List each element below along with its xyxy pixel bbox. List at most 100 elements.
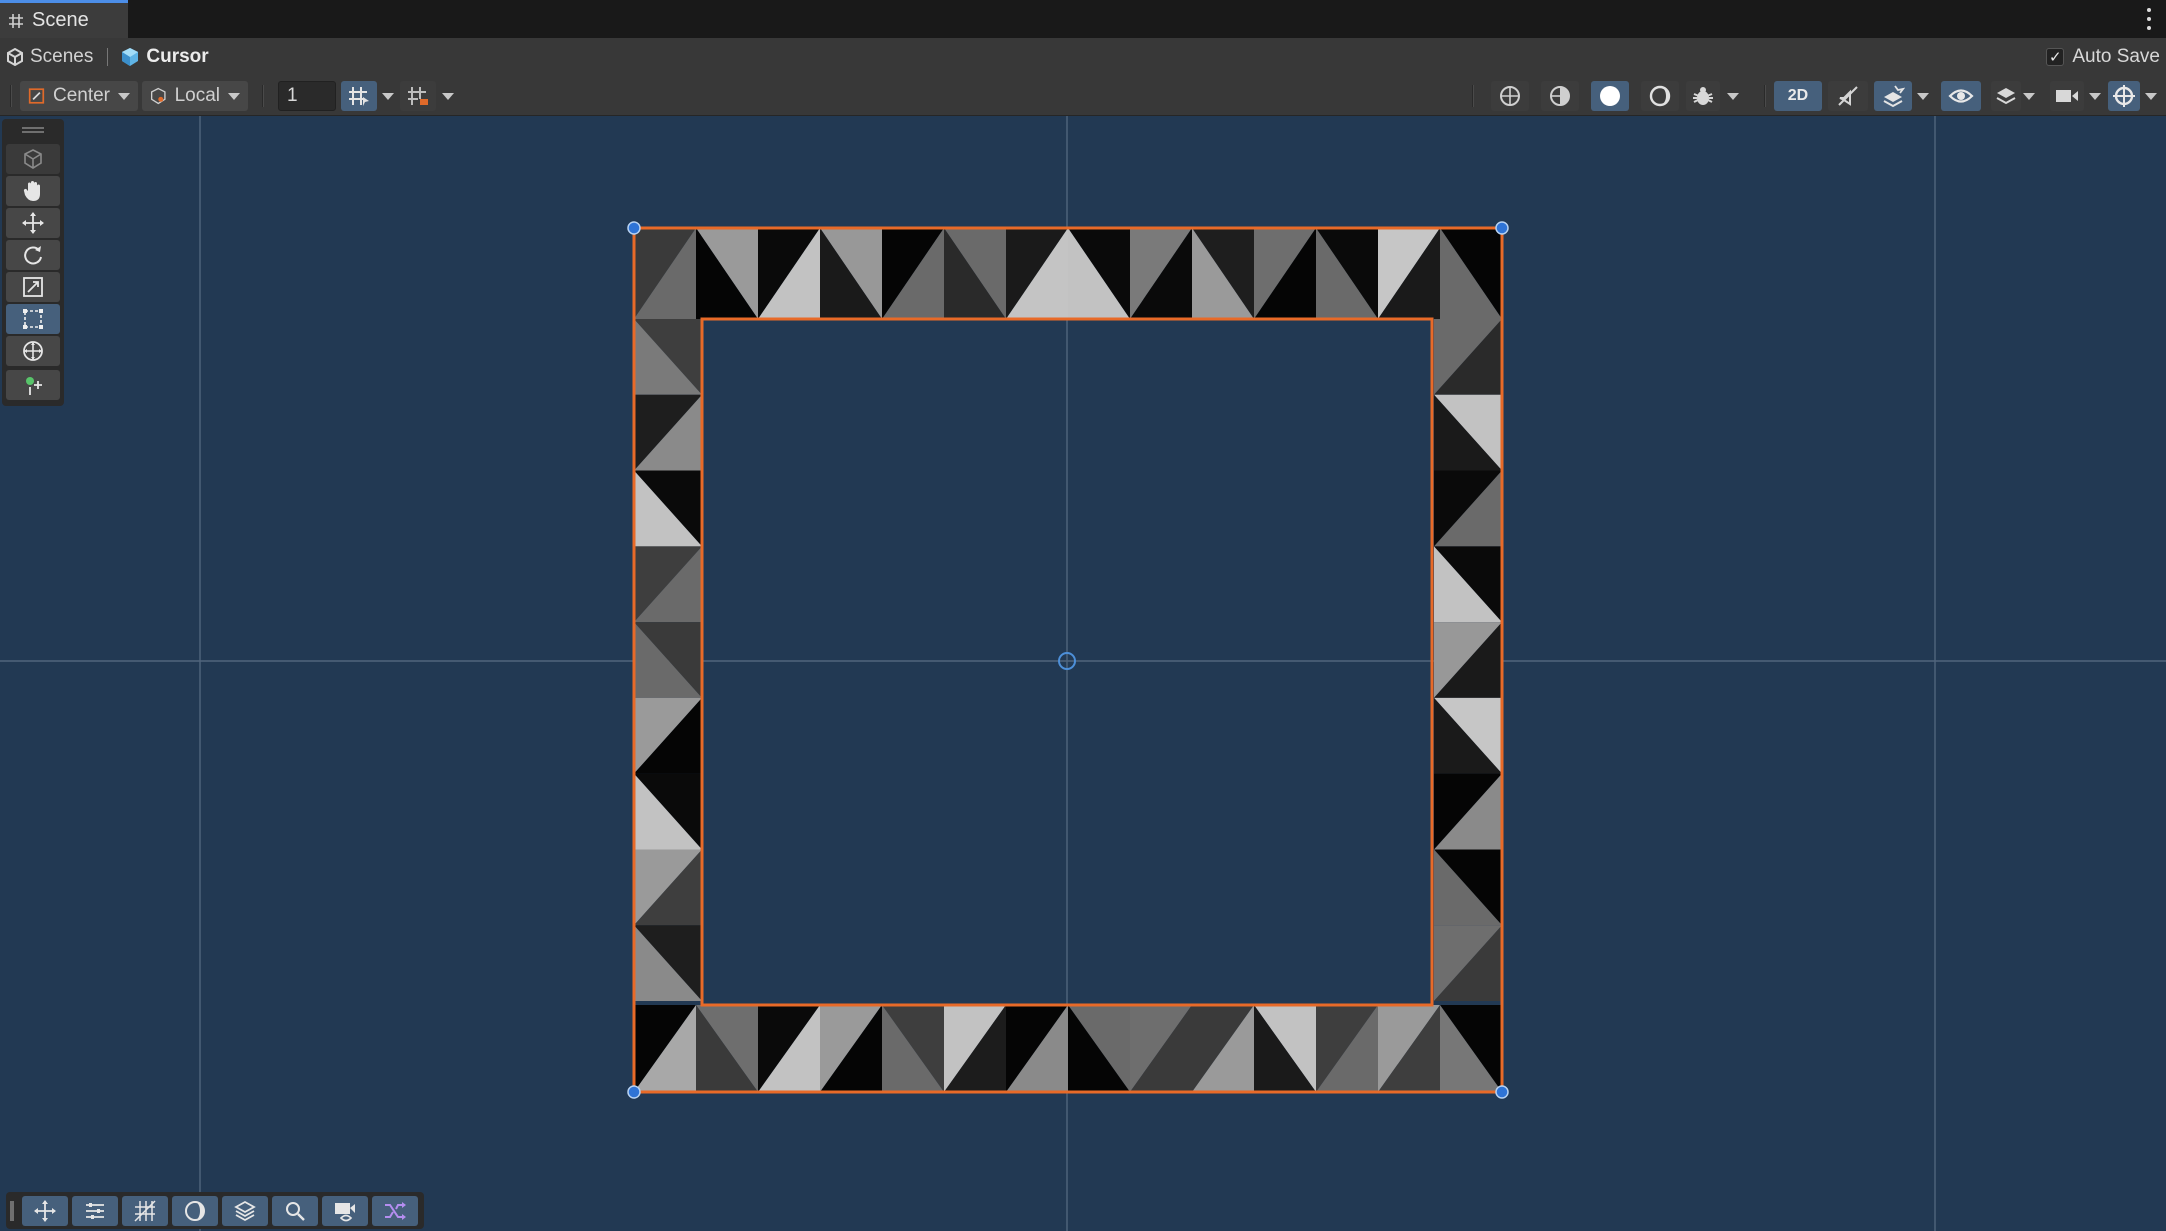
layers-overlay-icon xyxy=(234,1200,256,1222)
bottom-tile xyxy=(1006,1005,1068,1092)
rect-tool-button[interactable] xyxy=(6,304,60,334)
gizmos-dropdown[interactable] xyxy=(2140,81,2162,111)
right-tile xyxy=(1434,925,1502,1001)
unlit-icon xyxy=(1649,85,1671,107)
tab-scene-label: Scene xyxy=(32,9,89,31)
unlit-button[interactable] xyxy=(1641,81,1679,111)
increment-snap-toggle[interactable] xyxy=(400,81,436,111)
breadcrumb-cursor-label: Cursor xyxy=(146,46,209,67)
drag-handle-icon[interactable] xyxy=(10,1201,14,1221)
rect-handles[interactable] xyxy=(627,221,1509,1099)
corner-handle[interactable] xyxy=(627,221,641,235)
grid-snap-toggle[interactable] xyxy=(341,81,377,111)
shaded-wireframe-button[interactable] xyxy=(1541,81,1579,111)
kebab-menu-icon[interactable] xyxy=(2144,8,2154,30)
layers-overlay-button[interactable] xyxy=(222,1196,268,1226)
audio-mute-icon xyxy=(1838,86,1858,106)
move-overlay-icon xyxy=(34,1200,56,1222)
lighting-overlay-button[interactable] xyxy=(172,1196,218,1226)
transform-tool-icon xyxy=(23,341,43,361)
shaded-button[interactable] xyxy=(1591,81,1629,111)
bottom-tile xyxy=(1130,1005,1192,1092)
selection-outline xyxy=(632,226,1504,1094)
rotate-tool-button[interactable] xyxy=(6,240,60,270)
pivot-rotation-dropdown[interactable]: Local xyxy=(142,81,248,111)
breadcrumb-scenes[interactable]: Scenes xyxy=(0,46,93,68)
debug-draw-button[interactable] xyxy=(1686,81,1720,111)
scene-visibility-toggle[interactable] xyxy=(1941,81,1981,111)
toolbar-separator xyxy=(1472,85,1474,107)
hidden-layers-button[interactable] xyxy=(1991,81,2021,111)
search-icon xyxy=(286,1202,305,1221)
breadcrumb-scenes-label: Scenes xyxy=(30,46,94,67)
corner-handle[interactable] xyxy=(627,1085,641,1099)
top-tile xyxy=(1378,228,1440,319)
top-tile xyxy=(1192,228,1254,319)
bottom-tile xyxy=(1192,1005,1254,1092)
effects-toggle[interactable] xyxy=(1874,81,1912,111)
move-overlay-button[interactable] xyxy=(22,1196,68,1226)
bottom-tile xyxy=(634,1005,696,1092)
rotate-tool-icon xyxy=(24,246,42,265)
breadcrumb-separator xyxy=(107,48,109,66)
right-tile xyxy=(1434,319,1502,395)
tools-overlay xyxy=(2,119,64,406)
autosave-checkbox[interactable]: ✓ xyxy=(2046,48,2065,66)
left-tile xyxy=(634,849,702,926)
increment-snap-icon xyxy=(408,87,428,105)
search-overlay-button[interactable] xyxy=(272,1196,318,1226)
rect-tool-icon xyxy=(23,309,43,329)
toolbar-separator xyxy=(1764,85,1766,107)
effects-dropdown[interactable] xyxy=(1912,81,1934,111)
shuffle-overlay-button[interactable] xyxy=(372,1196,418,1226)
transform-overlay-button[interactable] xyxy=(72,1196,118,1226)
scene-viewport[interactable] xyxy=(0,116,2166,1231)
effects-layers-icon xyxy=(1883,85,1905,108)
left-tile xyxy=(634,773,702,850)
breadcrumb-cursor[interactable]: Cursor xyxy=(120,46,209,68)
gizmos-icon xyxy=(2113,85,2135,107)
transform-tool-button[interactable] xyxy=(6,336,60,366)
audio-toggle[interactable] xyxy=(1828,81,1868,111)
wireframe-shading-button[interactable] xyxy=(1491,81,1529,111)
move-tool-button[interactable] xyxy=(6,208,60,238)
tab-scene[interactable]: Scene xyxy=(0,0,128,38)
grid-snap-value-input[interactable]: 1 xyxy=(278,81,336,111)
bottom-tile xyxy=(696,1005,758,1092)
camera-icon xyxy=(2056,90,2078,102)
grid-snap-dropdown[interactable] xyxy=(377,81,399,111)
chevron-down-icon xyxy=(442,92,454,100)
corner-handle[interactable] xyxy=(1495,1085,1509,1099)
gizmos-toggle[interactable] xyxy=(2108,81,2140,111)
breadcrumb: Scenes Cursor ✓ Auto Save xyxy=(0,38,2166,76)
right-tile xyxy=(1434,697,1502,774)
drag-handle-icon[interactable] xyxy=(22,127,44,133)
view-tool-cube-icon xyxy=(24,149,42,169)
increment-snap-dropdown[interactable] xyxy=(437,81,459,111)
top-tile xyxy=(696,228,758,319)
grid-snap-icon xyxy=(349,87,369,106)
autosave-toggle[interactable]: ✓ Auto Save xyxy=(2046,46,2160,68)
top-tile xyxy=(1130,228,1192,319)
view-2d-toggle[interactable]: 2D xyxy=(1774,81,1822,111)
custom-editor-tool-icon xyxy=(26,377,42,395)
camera-preview-overlay-button[interactable] xyxy=(322,1196,368,1226)
layers-icon xyxy=(1996,88,2016,105)
camera-dropdown[interactable] xyxy=(2084,81,2106,111)
grid-overlay-button[interactable] xyxy=(122,1196,168,1226)
debug-draw-dropdown[interactable] xyxy=(1722,81,1744,111)
left-tile xyxy=(634,319,702,395)
camera-settings-button[interactable] xyxy=(2050,81,2084,111)
lighting-overlay-icon xyxy=(185,1201,205,1221)
scene-canvas[interactable] xyxy=(0,116,2166,1231)
layers-dropdown[interactable] xyxy=(2018,81,2040,111)
chevron-down-icon xyxy=(1727,92,1739,100)
cursor-sprite[interactable] xyxy=(634,228,1502,1092)
view-tool-button[interactable] xyxy=(6,144,60,174)
hand-tool-button[interactable] xyxy=(6,176,60,206)
pivot-mode-dropdown[interactable]: Center xyxy=(20,81,138,111)
custom-tool-button[interactable] xyxy=(6,370,60,400)
corner-handle[interactable] xyxy=(1495,221,1509,235)
top-tile xyxy=(1068,228,1130,319)
scale-tool-button[interactable] xyxy=(6,272,60,302)
